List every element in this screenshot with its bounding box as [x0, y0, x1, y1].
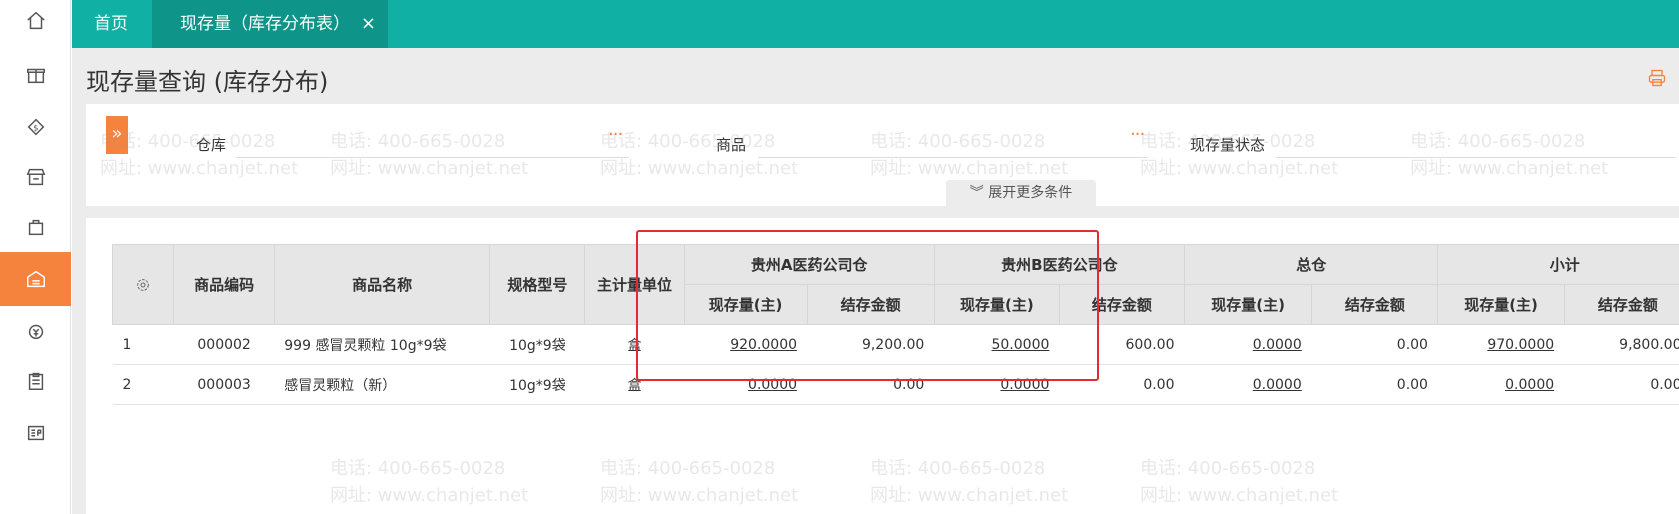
col-unit[interactable]: 主计量单位: [584, 244, 685, 325]
page-title: 现存量查询 (库存分布): [86, 68, 329, 96]
table-row[interactable]: 2 000003 感冒灵颗粒（新） 10g*9袋 盒 0.0000 0.00 0…: [112, 364, 1679, 405]
cell-a-qty[interactable]: 0.0000: [684, 364, 808, 405]
stock-status-field[interactable]: [1276, 130, 1676, 158]
cell-sub-amount: 9,800.00: [1564, 324, 1679, 365]
tab-bar: 首页 现存量（库存分布表） ×: [72, 0, 1679, 48]
cell-b-qty[interactable]: 0.0000: [934, 364, 1060, 405]
row-number: 1: [112, 324, 174, 365]
cell-unit: 盒: [584, 324, 685, 365]
product-label: 商品: [716, 136, 747, 154]
warehouse-label: 仓库: [196, 136, 227, 154]
money-bag-icon[interactable]: $: [0, 100, 71, 154]
cell-total-qty[interactable]: 0.0000: [1184, 364, 1312, 405]
tab-home[interactable]: 首页: [94, 0, 128, 48]
tab-label: 现存量（库存分布表）: [180, 14, 350, 34]
table-panel: 商品编码 商品名称 规格型号 主计量单位 贵州A医药公司仓 贵州B医药公司仓 总…: [86, 218, 1679, 514]
inventory-table: 商品编码 商品名称 规格型号 主计量单位 贵州A医药公司仓 贵州B医药公司仓 总…: [111, 244, 1679, 405]
cell-spec: 10g*9袋: [489, 324, 585, 365]
cell-total-amount: 0.00: [1311, 324, 1438, 365]
cell-code: 000002: [173, 324, 275, 365]
cell-sub-qty[interactable]: 0.0000: [1437, 364, 1565, 405]
cell-spec: 10g*9袋: [489, 364, 585, 405]
yen-bag-icon[interactable]: [0, 304, 71, 358]
filter-panel: » 仓库 ··· 商品 ··· 现存量状态 ︾ 展开更多条件: [86, 104, 1679, 206]
group-warehouse-b: 贵州B医药公司仓: [933, 244, 1185, 285]
product-field[interactable]: [758, 130, 1148, 158]
double-chevron-down-icon: ︾: [969, 185, 984, 201]
col-a-amount[interactable]: 结存金额: [806, 284, 935, 325]
col-b-amount[interactable]: 结存金额: [1058, 284, 1185, 325]
table-row[interactable]: 1 000002 999 感冒灵颗粒 10g*9袋 10g*9袋 盒 920.0…: [112, 324, 1679, 365]
product-picker-icon[interactable]: ···: [1130, 124, 1145, 145]
store-icon[interactable]: [0, 150, 71, 204]
stock-status-label: 现存量状态: [1190, 136, 1266, 154]
home-icon[interactable]: [0, 0, 71, 48]
cell-a-amount: 9,200.00: [807, 324, 935, 365]
warehouse-icon[interactable]: [0, 252, 71, 306]
expand-more-label: 展开更多条件: [988, 185, 1073, 201]
col-b-qty[interactable]: 现存量(主): [933, 284, 1060, 325]
col-spec[interactable]: 规格型号: [489, 244, 586, 325]
cell-name: 感冒灵颗粒（新）: [274, 364, 490, 405]
cell-unit: 盒: [584, 364, 685, 405]
left-sidebar: $: [0, 0, 71, 514]
col-code[interactable]: 商品编码: [173, 244, 275, 325]
row-number: 2: [112, 364, 174, 405]
col-sub-qty[interactable]: 现存量(主): [1437, 284, 1565, 325]
cell-name: 999 感冒灵颗粒 10g*9袋: [274, 324, 490, 365]
group-subtotal: 小计: [1437, 244, 1679, 285]
col-sub-amount[interactable]: 结存金额: [1563, 284, 1679, 325]
cell-total-amount: 0.00: [1311, 364, 1438, 405]
report-icon[interactable]: [0, 406, 71, 460]
cell-b-amount: 600.00: [1059, 324, 1185, 365]
cell-b-qty[interactable]: 50.0000: [934, 324, 1060, 365]
cell-code: 000003: [173, 364, 275, 405]
close-icon[interactable]: ×: [361, 0, 376, 48]
column-settings-icon[interactable]: [111, 244, 175, 325]
tab-inventory-distribution[interactable]: 现存量（库存分布表） ×: [152, 0, 388, 48]
warehouse-picker-icon[interactable]: ···: [608, 124, 623, 145]
shopping-bag-icon[interactable]: [0, 200, 71, 254]
print-icon[interactable]: [1647, 68, 1667, 88]
col-total-amount[interactable]: 结存金额: [1311, 284, 1439, 325]
clipboard-icon[interactable]: [0, 354, 71, 408]
expand-more-conditions-button[interactable]: ︾ 展开更多条件: [946, 180, 1096, 206]
cell-sub-amount: 0.00: [1564, 364, 1679, 405]
gift-icon[interactable]: [0, 48, 71, 102]
group-main-warehouse: 总仓: [1183, 244, 1439, 285]
svg-text:$: $: [33, 123, 38, 133]
warehouse-field[interactable]: [236, 130, 629, 158]
cell-a-amount: 0.00: [807, 364, 935, 405]
group-warehouse-a: 贵州A医药公司仓: [683, 244, 935, 285]
main-content: 现存量查询 (库存分布) » 仓库 ··· 商品 ··· 现存量状态 ︾ 展开更…: [72, 48, 1679, 514]
cell-sub-qty[interactable]: 970.0000: [1437, 324, 1565, 365]
col-a-qty[interactable]: 现存量(主): [683, 284, 808, 325]
cell-total-qty[interactable]: 0.0000: [1184, 324, 1312, 365]
expand-filter-button[interactable]: »: [106, 116, 128, 154]
cell-a-qty[interactable]: 920.0000: [684, 324, 808, 365]
col-total-qty[interactable]: 现存量(主): [1183, 284, 1313, 325]
col-name[interactable]: 商品名称: [273, 244, 491, 325]
cell-b-amount: 0.00: [1059, 364, 1185, 405]
